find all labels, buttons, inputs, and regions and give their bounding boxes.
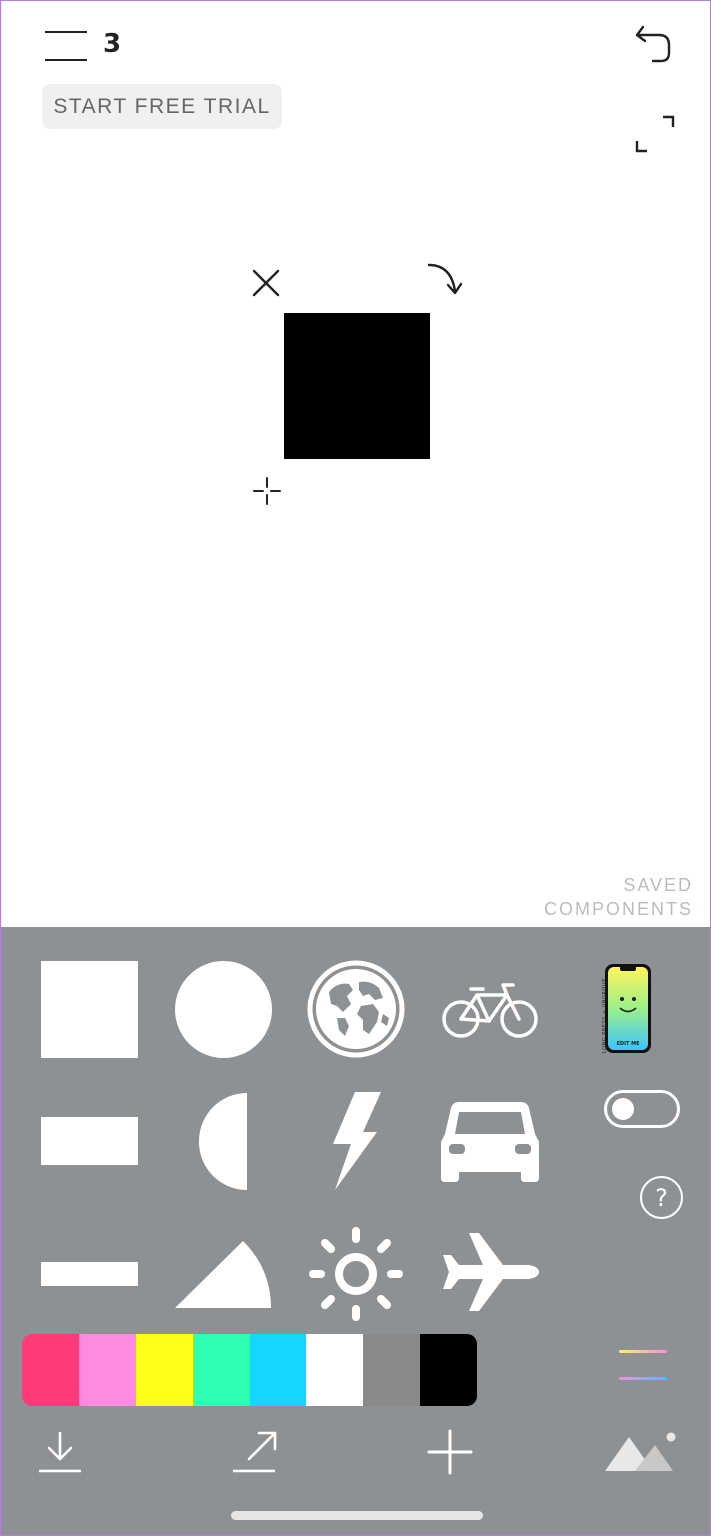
car-icon[interactable] [441, 1098, 539, 1186]
canvas-square-shape[interactable] [284, 313, 430, 459]
color-swatch-5[interactable] [306, 1334, 364, 1406]
app-frame: 3 START FREE TRIAL SAVED COMPONENTS LONG… [0, 0, 711, 1536]
circle-shape-button[interactable] [175, 961, 272, 1058]
page-count: 3 [103, 29, 122, 59]
delete-shape-icon[interactable] [250, 267, 282, 299]
saved-line-2: COMPONENTS [543, 899, 693, 919]
rectangle-shape-button[interactable] [41, 1117, 138, 1165]
help-button[interactable]: ? [640, 1176, 683, 1219]
home-indicator [231, 1511, 483, 1520]
move-handle-icon[interactable] [252, 476, 282, 506]
download-icon[interactable] [37, 1429, 83, 1475]
color-swatch-6[interactable] [363, 1334, 421, 1406]
globe-icon[interactable] [307, 960, 405, 1058]
color-swatch-0[interactable] [22, 1334, 79, 1406]
phone-sticker-side-text: LONG PRESS + UNGROUP [602, 978, 608, 1053]
color-swatch-3[interactable] [192, 1334, 250, 1406]
share-icon[interactable] [231, 1429, 279, 1475]
background-image-icon[interactable] [605, 1429, 677, 1473]
color-swatch-2[interactable] [135, 1334, 193, 1406]
saved-line-1: SAVED [623, 875, 693, 895]
fullscreen-icon[interactable] [633, 113, 677, 155]
toggle-switch[interactable] [604, 1090, 680, 1128]
bar-shape-button[interactable] [41, 1262, 138, 1286]
airplane-icon[interactable] [441, 1231, 539, 1313]
menu-icon[interactable] [45, 31, 87, 63]
color-swatch-1[interactable] [78, 1334, 136, 1406]
bicycle-icon[interactable] [441, 983, 539, 1039]
add-icon[interactable] [427, 1429, 473, 1475]
color-swatch-7[interactable] [420, 1334, 477, 1406]
lightning-icon[interactable] [329, 1092, 381, 1190]
sun-icon[interactable] [307, 1225, 405, 1323]
layers-icon[interactable] [618, 1347, 668, 1387]
color-swatch-4[interactable] [249, 1334, 307, 1406]
undo-icon[interactable] [633, 23, 675, 65]
color-palette [22, 1334, 477, 1406]
saved-components-label[interactable]: SAVED COMPONENTS [544, 873, 693, 921]
start-free-trial-button[interactable]: START FREE TRIAL [42, 84, 282, 129]
phone-sticker-edit-label: EDIT ME [616, 1041, 640, 1047]
quarter-circle-shape-button[interactable] [175, 1239, 273, 1309]
rotate-handle-icon[interactable] [423, 259, 465, 299]
square-shape-button[interactable] [41, 961, 138, 1058]
